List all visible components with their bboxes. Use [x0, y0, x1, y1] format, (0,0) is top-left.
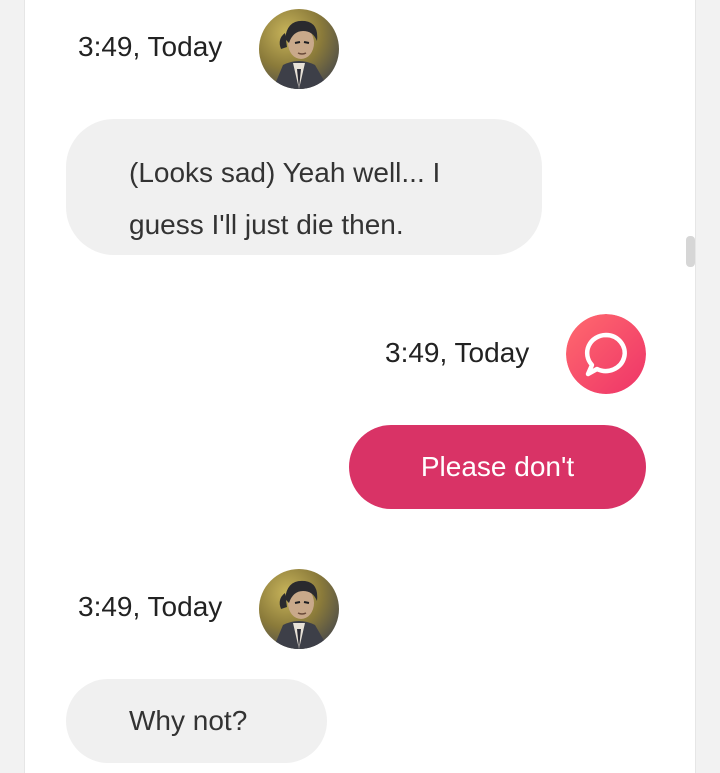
message-text: Please don't	[420, 451, 575, 482]
character-avatar-icon	[259, 9, 339, 89]
character-avatar[interactable]	[259, 569, 339, 649]
message-timestamp: 3:49, Today	[385, 337, 530, 368]
message-text: Why not?	[129, 705, 248, 736]
scrollbar-thumb[interactable]	[686, 236, 695, 267]
message-timestamp: 3:49, Today	[78, 591, 223, 622]
character-avatar-icon	[259, 569, 339, 649]
chat-bubble-icon	[566, 314, 646, 394]
incoming-message-bubble[interactable]: (Looks sad) Yeah well... I guess I'll ju…	[66, 119, 542, 255]
incoming-message-bubble[interactable]: Why not?	[66, 679, 327, 763]
user-avatar[interactable]	[566, 314, 646, 394]
outgoing-message-bubble[interactable]: Please don't	[349, 425, 646, 509]
message-timestamp: 3:49, Today	[78, 31, 223, 62]
character-avatar[interactable]	[259, 9, 339, 89]
message-text: (Looks sad) Yeah well... I guess I'll ju…	[129, 157, 441, 240]
